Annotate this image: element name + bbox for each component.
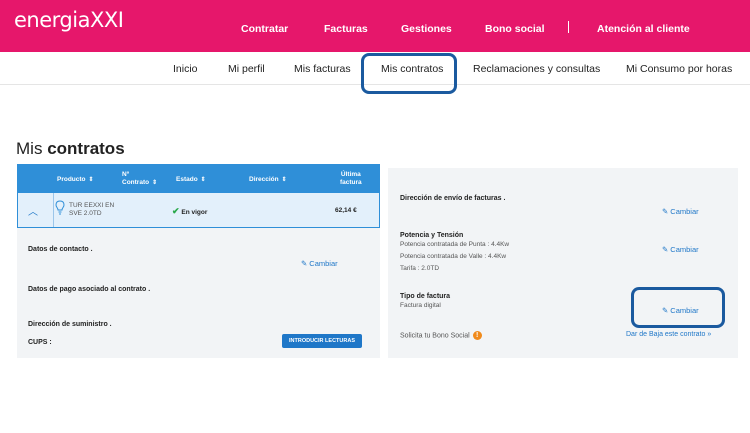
- sort-icon: ⇕: [88, 177, 94, 183]
- topnav-contratar[interactable]: Contratar: [241, 23, 288, 35]
- page-title: Mis contratos: [16, 139, 125, 158]
- lightbulb-icon: [55, 200, 65, 215]
- chevron-up-icon[interactable]: ︿: [28, 203, 38, 218]
- check-icon: ✔: [172, 206, 180, 216]
- cambiar-potencia-link[interactable]: ✎ Cambiar: [662, 245, 699, 254]
- cambiar-contacto-link[interactable]: ✎ Cambiar: [301, 259, 338, 268]
- subnav-mi-consumo[interactable]: Mi Consumo por horas: [626, 63, 732, 75]
- topnav-facturas[interactable]: Facturas: [324, 23, 368, 35]
- subnav-reclamaciones[interactable]: Reclamaciones y consultas: [473, 63, 600, 75]
- row-estado: ✔ En vigor: [172, 206, 208, 217]
- bono-social-link[interactable]: Solicita tu Bono Social!: [400, 331, 482, 340]
- potencia-valle: Potencia contratada de Valle : 4.4Kw: [400, 253, 507, 260]
- th-direccion[interactable]: Dirección ⇕: [249, 176, 287, 184]
- topnav-gestiones[interactable]: Gestiones: [401, 23, 452, 35]
- cambiar-envio-link[interactable]: ✎ Cambiar: [662, 207, 699, 216]
- row-divider: [53, 193, 54, 227]
- row-producto: TUR EEXXI EN SVE 2.0TD: [69, 202, 115, 217]
- introducir-lecturas-button[interactable]: INTRODUCIR LECTURAS: [282, 334, 362, 348]
- subnav-mi-perfil[interactable]: Mi perfil: [228, 63, 265, 75]
- highlight-mis-contratos: [361, 53, 457, 94]
- pencil-icon: ✎: [301, 259, 308, 268]
- pencil-icon: ✎: [662, 245, 669, 254]
- potencia-title: Potencia y Tensión: [400, 232, 464, 239]
- datos-pago-label: Datos de pago asociado al contrato .: [28, 286, 151, 293]
- topnav-atencion-cliente[interactable]: Atención al cliente: [597, 23, 690, 35]
- topnav-bono-social[interactable]: Bono social: [485, 23, 545, 35]
- th-n-contrato[interactable]: Nº Contrato ⇕: [122, 171, 157, 187]
- tipo-factura-title: Tipo de factura: [400, 293, 451, 300]
- topnav-divider: [568, 21, 569, 33]
- direccion-suministro-label: Dirección de suministro .: [28, 321, 112, 328]
- tarifa: Tarifa : 2.0TD: [400, 265, 440, 272]
- th-ultima-factura[interactable]: Última factura: [340, 171, 362, 187]
- th-estado[interactable]: Estado ⇕: [176, 176, 206, 184]
- brand-logo[interactable]: energiaXXI: [14, 8, 124, 32]
- datos-contacto-label: Datos de contacto .: [28, 246, 93, 253]
- info-icon[interactable]: !: [472, 331, 482, 340]
- sort-icon: ⇕: [152, 180, 158, 186]
- direccion-envio-label: Dirección de envío de facturas .: [400, 195, 506, 202]
- th-producto[interactable]: Producto ⇕: [57, 176, 94, 184]
- sort-icon: ⇕: [200, 177, 206, 183]
- subnav-mis-facturas[interactable]: Mis facturas: [294, 63, 351, 75]
- potencia-punta: Potencia contratada de Punta : 4.4Kw: [400, 241, 510, 248]
- tipo-factura-value: Factura digital: [400, 302, 441, 309]
- row-importe: 62,14 €: [335, 207, 357, 214]
- highlight-cambiar-tipo-factura: [631, 287, 725, 328]
- sort-icon: ⇕: [281, 177, 287, 183]
- dar-de-baja-link[interactable]: Dar de Baja este contrato »: [626, 331, 711, 338]
- subnav-inicio[interactable]: Inicio: [173, 63, 198, 75]
- pencil-icon: ✎: [662, 207, 669, 216]
- cups-label: CUPS :: [28, 339, 52, 346]
